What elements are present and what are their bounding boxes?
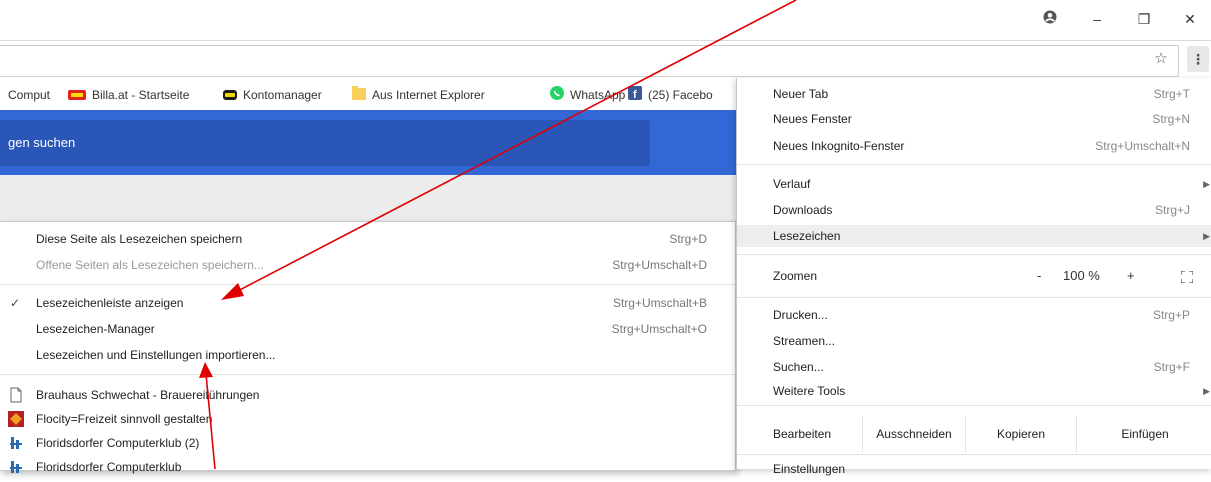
bookmark-item-whatsapp[interactable]: WhatsApp: [550, 86, 625, 104]
bookmark-entry[interactable]: Floridsdorfer Computerklub (2): [0, 432, 735, 454]
page-search-input[interactable]: gen suchen: [0, 120, 650, 166]
computerklub-icon: [8, 459, 24, 475]
zoom-out-button[interactable]: -: [1037, 256, 1041, 296]
facebook-icon: f: [628, 86, 642, 105]
find-item[interactable]: Suchen... Strg+F: [737, 356, 1211, 378]
bookmark-entry[interactable]: Floridsdorfer Computerklub: [0, 456, 735, 478]
kontomanager-icon: [223, 87, 237, 105]
menu-separator: [737, 254, 1211, 255]
new-window-item[interactable]: Neues Fenster Strg+N: [737, 108, 1211, 130]
bookmark-open-pages-item[interactable]: Offene Seiten als Lesezeichen speichern.…: [0, 254, 735, 276]
cast-item[interactable]: Streamen...: [737, 330, 1211, 352]
submenu-arrow-icon: ▶: [1203, 231, 1210, 241]
zoom-row: Zoomen - 100 % +: [737, 256, 1211, 296]
billa-icon: [68, 87, 86, 105]
menu-separator: [737, 405, 1211, 406]
toolbar: ☆ ⋮: [0, 40, 1211, 79]
address-bar[interactable]: [0, 45, 1179, 77]
bookmark-entry[interactable]: Flocity=Freizeit sinnvoll gestalten: [0, 408, 735, 430]
submenu-arrow-icon: ▶: [1203, 179, 1210, 189]
checkmark-icon: ✓: [10, 296, 21, 310]
zoom-in-button[interactable]: +: [1127, 256, 1135, 296]
folder-icon: [352, 86, 366, 105]
bookmark-entry[interactable]: Brauhaus Schwechat - Brauereiführungen: [0, 384, 735, 406]
title-bar: – ❐ ✕: [0, 0, 1211, 40]
account-circle-icon[interactable]: [1036, 8, 1064, 30]
close-button[interactable]: ✕: [1176, 8, 1204, 30]
bookmark-item[interactable]: Comput: [8, 86, 50, 104]
bookmark-star-icon[interactable]: ☆: [1151, 49, 1171, 69]
print-item[interactable]: Drucken... Strg+P: [737, 304, 1211, 326]
fullscreen-icon[interactable]: [1180, 256, 1197, 296]
history-item[interactable]: Verlauf ▶: [737, 173, 1211, 195]
minimize-button[interactable]: –: [1083, 8, 1111, 30]
page-subheader: [0, 175, 740, 221]
chrome-menu-button[interactable]: ⋮: [1187, 46, 1209, 72]
new-tab-item[interactable]: Neuer Tab Strg+T: [737, 83, 1211, 105]
computerklub-icon: [8, 435, 24, 451]
copy-button[interactable]: Kopieren: [965, 416, 1076, 452]
incognito-window-item[interactable]: Neues Inkognito-Fenster Strg+Umschalt+N: [737, 135, 1211, 157]
bookmark-folder-ie[interactable]: Aus Internet Explorer: [352, 86, 485, 104]
edit-row: Bearbeiten Ausschneiden Kopieren Einfüge…: [737, 416, 1211, 452]
import-bookmarks-item[interactable]: Lesezeichen und Einstellungen importiere…: [0, 344, 735, 366]
bookmark-item-kontomanager[interactable]: Kontomanager: [223, 86, 322, 104]
bookmark-item-facebook[interactable]: f (25) Facebo: [628, 86, 713, 104]
flocity-icon: [8, 411, 24, 427]
menu-separator: [737, 454, 1211, 455]
cut-button[interactable]: Ausschneiden: [862, 416, 965, 452]
restore-button[interactable]: ❐: [1130, 8, 1158, 30]
page-icon: [8, 387, 24, 403]
more-tools-item[interactable]: Weitere Tools ▶: [737, 380, 1211, 402]
bookmarks-submenu: Diese Seite als Lesezeichen speichern Str…: [0, 221, 736, 474]
menu-separator: [0, 374, 735, 375]
settings-item[interactable]: Einstellungen: [737, 458, 1211, 480]
menu-separator: [737, 297, 1211, 298]
submenu-arrow-icon: ▶: [1203, 386, 1210, 396]
bookmarks-item[interactable]: Lesezeichen ▶: [737, 225, 1211, 247]
show-bookmarks-bar-item[interactable]: ✓ Lesezeichenleiste anzeigen Strg+Umschal…: [0, 292, 735, 314]
svg-text:f: f: [633, 89, 637, 100]
menu-separator: [0, 284, 735, 285]
bookmark-this-page-item[interactable]: Diese Seite als Lesezeichen speichern Str…: [0, 228, 735, 250]
downloads-item[interactable]: Downloads Strg+J: [737, 199, 1211, 221]
chrome-main-menu: Neuer Tab Strg+T Neues Fenster Strg+N Neue…: [736, 78, 1211, 476]
bookmark-manager-item[interactable]: Lesezeichen-Manager Strg+Umschalt+O: [0, 318, 735, 340]
whatsapp-icon: [550, 86, 564, 105]
page-header: gen suchen: [0, 110, 740, 175]
menu-separator: [737, 164, 1211, 165]
paste-button[interactable]: Einfügen: [1076, 416, 1211, 452]
zoom-level: 100 %: [1063, 268, 1100, 283]
bookmark-item-billa[interactable]: Billa.at - Startseite: [68, 86, 189, 104]
